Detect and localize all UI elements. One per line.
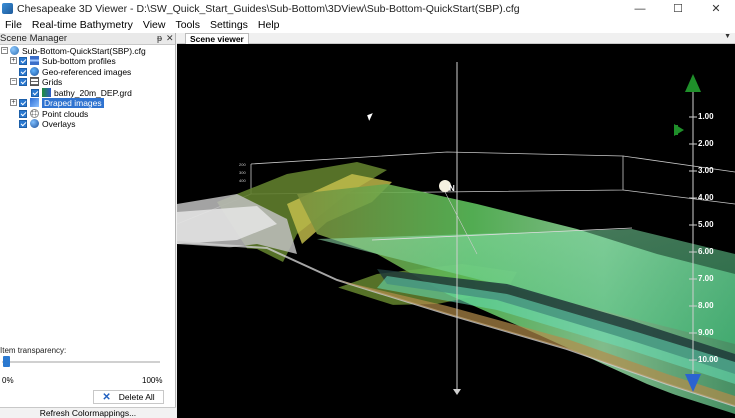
depth-label: 10.00 — [698, 355, 719, 364]
svg-text:400: 400 — [239, 178, 246, 183]
tree-item-label: Sub-bottom profiles — [42, 55, 116, 66]
box-tick-labels: 200 300 400 — [239, 162, 246, 183]
tab-dropdown-icon[interactable]: ▼ — [724, 33, 731, 40]
overlay-globe-icon — [30, 119, 39, 128]
visibility-checkbox[interactable] — [19, 77, 27, 86]
scene-manager-panel: Scene Manager ᵽ ✕ − Sub-Bottom-QuickStar… — [0, 33, 176, 418]
window-controls: — ☐ ✕ — [621, 0, 735, 17]
tree-item-overlays[interactable]: Overlays — [19, 118, 76, 129]
scene-viewport[interactable]: 200 300 400 N 1.00 2.00 3.00 4.00 5.00 6… — [177, 44, 735, 418]
depth-label: 5.00 — [698, 220, 714, 229]
compass-north-label: N — [449, 184, 455, 193]
maximize-button[interactable]: ☐ — [659, 0, 697, 17]
app-logo-icon — [2, 3, 13, 14]
tree-item-grids[interactable]: − Grids — [10, 76, 62, 87]
depth-label: 1.00 — [698, 112, 714, 121]
tab-scene-viewer[interactable]: Scene viewer — [185, 33, 249, 44]
menu-view[interactable]: View — [138, 19, 171, 31]
depth-label: 3.00 — [698, 166, 714, 175]
config-file-icon — [10, 46, 19, 55]
visibility-checkbox[interactable] — [19, 67, 27, 76]
menu-realtime-bathymetry[interactable]: Real-time Bathymetry — [27, 19, 138, 31]
point-cloud-icon — [30, 109, 39, 118]
minimize-button[interactable]: — — [621, 0, 659, 17]
item-transparency-label: Item transparency: — [0, 346, 67, 355]
profile-layer-icon — [30, 56, 39, 65]
close-button[interactable]: ✕ — [697, 0, 735, 17]
visibility-checkbox[interactable] — [19, 56, 27, 65]
bathymetry-grid-icon — [42, 88, 51, 97]
delete-all-label: Delete All — [118, 392, 155, 402]
svg-text:200: 200 — [239, 162, 246, 167]
tree-item-sub-bottom-profiles[interactable]: + Sub-bottom profiles — [10, 55, 116, 66]
delete-all-button[interactable]: ✕ Delete All — [93, 390, 164, 404]
visibility-checkbox[interactable] — [31, 88, 39, 97]
tree-item-draped-images[interactable]: + Draped images — [10, 97, 104, 108]
visibility-checkbox[interactable] — [19, 119, 27, 128]
slider-min-label: 0% — [2, 376, 14, 385]
expand-icon[interactable]: + — [10, 99, 17, 106]
menu-file[interactable]: File — [0, 19, 27, 31]
transparency-slider-thumb[interactable] — [3, 356, 10, 367]
viewer-tab-bar: Scene viewer ▼ — [177, 33, 735, 44]
collapse-icon[interactable]: − — [10, 78, 17, 85]
transparency-slider-track[interactable] — [2, 361, 160, 363]
tree-item-label: Grids — [42, 76, 63, 87]
scene-manager-header: Scene Manager ᵽ ✕ — [0, 33, 175, 45]
collapse-icon[interactable]: − — [1, 47, 8, 54]
depth-label: 9.00 — [698, 328, 714, 337]
tree-item-label: Overlays — [42, 118, 76, 129]
slider-max-label: 100% — [142, 376, 163, 385]
depth-label: 4.00 — [698, 193, 714, 202]
pin-icon[interactable]: ᵽ — [157, 33, 162, 43]
tree-item-label: Sub-Bottom-QuickStart(SBP).cfg — [22, 45, 146, 56]
scene-manager-title: Scene Manager — [0, 33, 68, 44]
window-title: Chesapeake 3D Viewer - D:\SW_Quick_Start… — [17, 2, 520, 15]
tree-item-label: Point clouds — [42, 108, 89, 119]
delete-icon: ✕ — [102, 391, 111, 403]
menu-help[interactable]: Help — [253, 19, 285, 31]
svg-text:300: 300 — [239, 170, 246, 175]
depth-up-arrow-icon[interactable] — [685, 74, 701, 92]
visibility-checkbox[interactable] — [19, 109, 27, 118]
grid-icon — [30, 77, 39, 86]
depth-label: 2.00 — [698, 139, 714, 148]
tree-item-label: bathy_20m_DEP.grd — [54, 87, 132, 98]
menu-tools[interactable]: Tools — [170, 19, 205, 31]
visibility-checkbox[interactable] — [19, 98, 27, 107]
expand-icon[interactable]: + — [10, 57, 17, 64]
menu-bar: File Real-time Bathymetry View Tools Set… — [0, 17, 735, 33]
depth-label: 8.00 — [698, 301, 714, 310]
draped-image-icon — [30, 98, 39, 107]
refresh-colormappings-button[interactable]: Refresh Colormappings... — [0, 407, 176, 418]
panel-close-icon[interactable]: ✕ — [166, 33, 174, 44]
scene-render: 200 300 400 — [177, 62, 735, 418]
globe-icon — [30, 67, 39, 76]
title-bar: Chesapeake 3D Viewer - D:\SW_Quick_Start… — [0, 0, 735, 17]
depth-label: 7.00 — [698, 274, 714, 283]
menu-settings[interactable]: Settings — [205, 19, 253, 31]
depth-label: 6.00 — [698, 247, 714, 256]
tree-item-label: Draped images — [42, 97, 104, 108]
tree-item-label: Geo-referenced images — [42, 66, 132, 77]
